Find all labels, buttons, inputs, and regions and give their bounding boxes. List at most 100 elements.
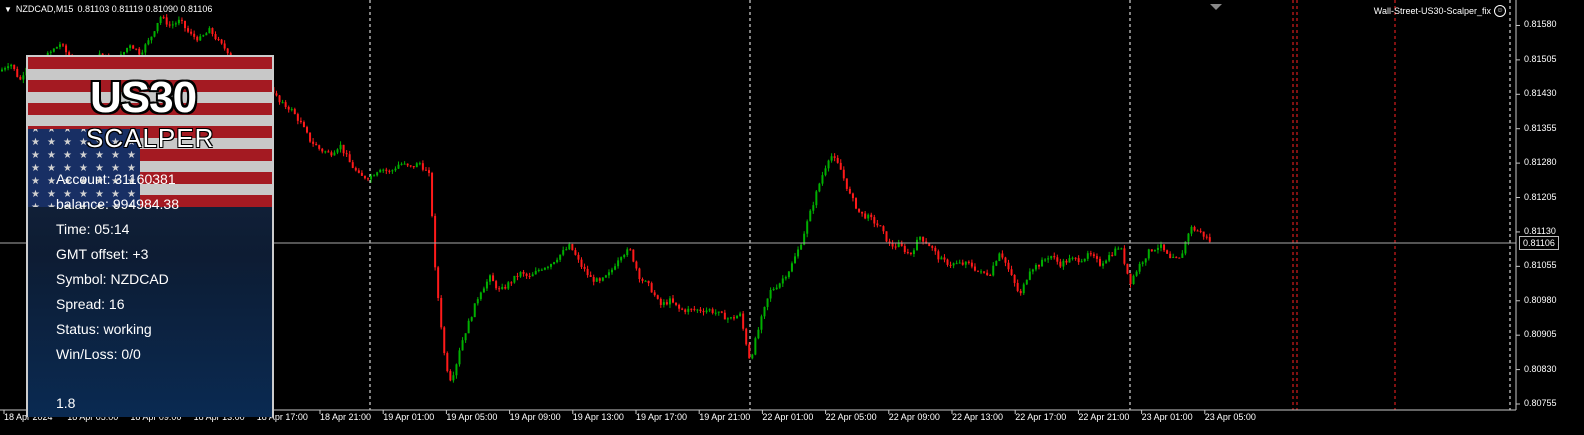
candle-bull bbox=[998, 253, 1001, 261]
candle-bear bbox=[217, 39, 220, 41]
candle-bull bbox=[281, 102, 284, 104]
candle-bear bbox=[302, 122, 305, 128]
time-tick-label: 22 Apr 09:00 bbox=[888, 412, 940, 422]
candle-bull bbox=[290, 109, 293, 111]
price-tick-label: 0.80980 bbox=[1524, 294, 1557, 305]
candle-bear bbox=[586, 268, 589, 276]
candle-bull bbox=[595, 278, 598, 282]
candle-bear bbox=[446, 353, 449, 372]
candle-bear bbox=[656, 295, 659, 299]
candle-bull bbox=[797, 249, 800, 257]
candle-bear bbox=[187, 28, 190, 32]
time-tick-label: 19 Apr 17:00 bbox=[636, 412, 688, 422]
candle-bear bbox=[900, 243, 903, 246]
candle-bull bbox=[955, 263, 958, 265]
candle-bear bbox=[577, 254, 580, 260]
candle-bear bbox=[214, 34, 217, 40]
candle-bull bbox=[1120, 248, 1123, 250]
candle-bull bbox=[800, 244, 803, 250]
current-price-box: 0.81106 bbox=[1519, 235, 1559, 250]
price-tick-label: 0.81205 bbox=[1524, 191, 1557, 202]
candle-bear bbox=[443, 327, 446, 354]
candle-bear bbox=[1126, 263, 1129, 274]
candle-bull bbox=[772, 289, 775, 291]
candle-bull bbox=[391, 170, 394, 172]
candle-bull bbox=[418, 163, 421, 165]
candle-bull bbox=[705, 310, 708, 313]
candle-bear bbox=[702, 311, 705, 313]
time-tick-label: 23 Apr 05:00 bbox=[1204, 412, 1256, 422]
candle-bear bbox=[1202, 231, 1205, 237]
logo-us30: US30 bbox=[90, 73, 197, 122]
candle-bear bbox=[833, 156, 836, 158]
candle-bull bbox=[546, 266, 549, 268]
candle-bull bbox=[464, 333, 467, 341]
candle-bull bbox=[531, 274, 534, 277]
candle-bear bbox=[733, 317, 735, 319]
price-tick-label: 0.81280 bbox=[1524, 157, 1557, 168]
candle-bull bbox=[611, 269, 613, 273]
time-tick-label: 18 Apr 21:00 bbox=[320, 412, 372, 422]
candle-bull bbox=[562, 250, 565, 255]
dropdown-triangle-icon[interactable]: ▼ bbox=[4, 5, 12, 14]
candle-bull bbox=[540, 269, 543, 271]
candle-bear bbox=[1013, 274, 1016, 283]
candle-bull bbox=[1080, 261, 1083, 263]
candle-bear bbox=[571, 244, 574, 251]
candle-bear bbox=[943, 257, 946, 260]
candle-bull bbox=[1117, 248, 1120, 250]
candle-bear bbox=[650, 283, 653, 293]
candle-bear bbox=[983, 271, 986, 273]
candle-bear bbox=[629, 249, 632, 251]
candle-bull bbox=[485, 281, 488, 289]
candle-bull bbox=[1044, 259, 1047, 261]
candle-bull bbox=[177, 19, 180, 24]
candle-bull bbox=[49, 51, 52, 53]
candle-bull bbox=[763, 306, 766, 317]
candle-bull bbox=[568, 244, 571, 250]
candle-bear bbox=[665, 302, 668, 305]
candle-bear bbox=[504, 286, 507, 289]
price-tick-label: 0.81355 bbox=[1524, 122, 1557, 133]
candle-bear bbox=[1175, 256, 1178, 258]
candle-bear bbox=[693, 308, 696, 310]
candle-bull bbox=[519, 272, 522, 277]
day-separators bbox=[369, 0, 1511, 410]
candle-bull bbox=[1108, 255, 1111, 261]
logo-scalper: SCALPER bbox=[86, 123, 215, 153]
candle-bull bbox=[458, 350, 461, 365]
time-tick-label: 19 Apr 05:00 bbox=[446, 412, 498, 422]
candle-bear bbox=[632, 249, 635, 262]
candle-bull bbox=[790, 263, 793, 272]
candle-bear bbox=[1092, 254, 1095, 257]
candle-bull bbox=[1114, 248, 1117, 256]
candle-bear bbox=[165, 17, 168, 25]
candle-bear bbox=[492, 275, 495, 282]
candle-bear bbox=[1150, 249, 1153, 252]
candle-bear bbox=[13, 64, 16, 70]
candle-bull bbox=[452, 375, 455, 381]
candle-bear bbox=[931, 246, 934, 248]
candle-bear bbox=[1056, 257, 1059, 262]
expert-advisor-label[interactable]: Wall-Street-US30-Scalper_fix ☺ bbox=[1374, 5, 1506, 17]
candle-bear bbox=[977, 270, 979, 272]
candle-bear bbox=[1010, 269, 1013, 275]
candle-bear bbox=[275, 93, 278, 96]
smiley-icon[interactable]: ☺ bbox=[1494, 5, 1506, 17]
candle-bear bbox=[1016, 282, 1019, 291]
candle-bear bbox=[711, 309, 714, 313]
candle-bear bbox=[845, 178, 848, 189]
candle-bear bbox=[168, 24, 171, 26]
candle-bear bbox=[498, 288, 501, 290]
candle-bull bbox=[455, 364, 458, 376]
candle-bull bbox=[339, 144, 342, 150]
candle-bear bbox=[1193, 226, 1196, 231]
candle-bear bbox=[928, 243, 931, 247]
candle-bull bbox=[751, 354, 754, 359]
candle-bear bbox=[970, 262, 973, 267]
ohlc-values: 0.81103 0.81119 0.81090 0.81106 bbox=[77, 4, 213, 14]
spread-text: Spread: 16 bbox=[56, 296, 125, 312]
candle-bear bbox=[409, 165, 412, 167]
candle-bear bbox=[1129, 273, 1132, 285]
candle-bear bbox=[1059, 261, 1062, 267]
